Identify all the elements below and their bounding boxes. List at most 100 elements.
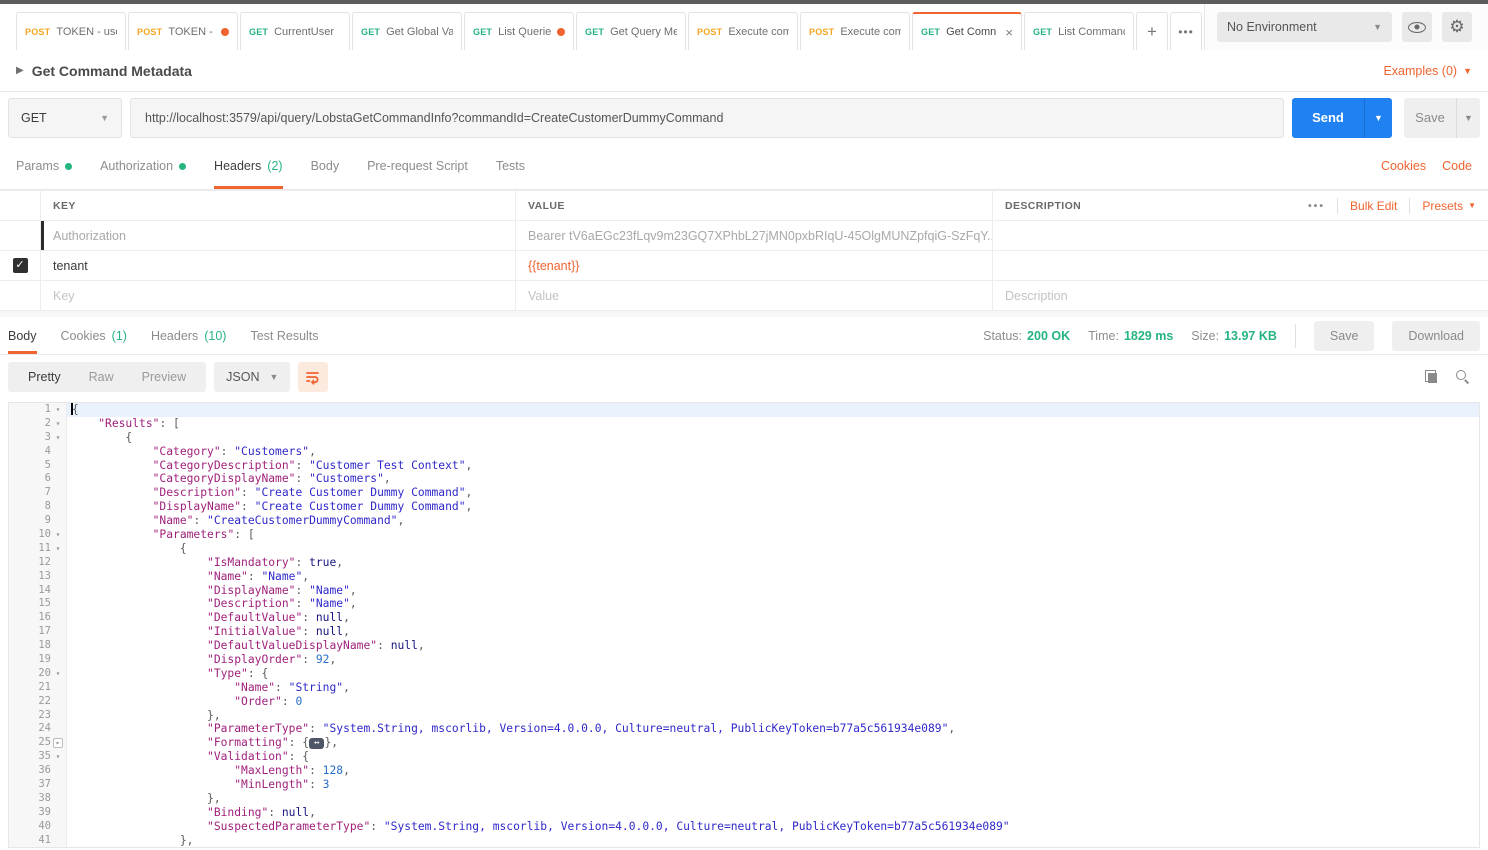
line-gutter: 11▾ [9, 542, 67, 556]
code-line: 23 }, [9, 709, 1479, 723]
header-description-cell[interactable] [992, 221, 1488, 250]
view-mode-preview[interactable]: Preview [128, 370, 200, 384]
response-tab-test-results[interactable]: Test Results [250, 317, 318, 354]
tab-body[interactable]: Body [311, 143, 340, 189]
response-stats: Status: 200 OK Time: 1829 ms Size: 13.97… [983, 317, 1480, 354]
more-tabs-button[interactable]: ••• [1170, 12, 1202, 50]
line-number: 21 [38, 681, 51, 695]
green-dot-icon [179, 163, 186, 170]
code-line: 41 }, [9, 834, 1479, 848]
code-line: 21 "Name": "String", [9, 681, 1479, 695]
send-button[interactable]: Send [1292, 98, 1364, 138]
save-options-button[interactable]: ▼ [1456, 98, 1480, 138]
line-number: 1 [45, 403, 51, 417]
new-tab-button[interactable]: + [1136, 12, 1168, 50]
gear-icon: ⚙ [1449, 17, 1464, 37]
environment-quick-look-button[interactable] [1402, 12, 1432, 42]
settings-button[interactable]: ⚙ [1442, 12, 1472, 42]
header-key-cell[interactable]: tenant [40, 251, 515, 280]
response-tab-cookies[interactable]: Cookies (1) [61, 317, 127, 354]
view-mode-pretty[interactable]: Pretty [14, 370, 75, 384]
disclosure-triangle-icon[interactable]: ▶ [16, 65, 24, 76]
code-text: }, [67, 834, 1479, 848]
method-selector[interactable]: GET ▼ [8, 98, 122, 138]
header-row-authorization: Authorization Bearer tV6aEGc23fLqv9m23GQ… [0, 221, 1488, 251]
fold-toggle-icon[interactable]: ▾ [53, 403, 63, 417]
request-tab[interactable]: POSTTOKEN - s [128, 12, 238, 50]
request-tab[interactable]: POSTExecute com [688, 12, 798, 50]
fold-toggle-icon[interactable]: ▾ [53, 431, 63, 445]
line-number: 19 [38, 653, 51, 667]
line-gutter: 8 [9, 500, 67, 514]
line-number: 6 [45, 472, 51, 486]
fold-toggle-icon[interactable]: ▾ [53, 542, 63, 556]
more-options-button[interactable]: ••• [1308, 200, 1325, 212]
line-gutter: 25▸ [9, 736, 67, 750]
tab-method-badge: GET [921, 27, 940, 37]
collapsed-fold-widget[interactable]: ↔ [309, 738, 324, 749]
examples-dropdown[interactable]: Examples (0) ▼ [1383, 64, 1472, 78]
copy-icon[interactable] [1425, 370, 1438, 384]
tab-pre-request-script[interactable]: Pre-request Script [367, 143, 468, 189]
response-format-selector[interactable]: JSON ▼ [214, 362, 290, 392]
response-tab-body[interactable]: Body [8, 317, 37, 354]
save-response-button[interactable]: Save [1314, 321, 1375, 351]
fold-toggle-icon[interactable]: ▾ [53, 528, 63, 542]
save-request-button[interactable]: Save [1404, 98, 1456, 138]
tab-headers[interactable]: Headers (2) [214, 143, 283, 189]
new-description-input[interactable]: Description [992, 281, 1488, 310]
code-text: "IsMandatory": true, [67, 556, 1479, 570]
code-link[interactable]: Code [1442, 159, 1472, 173]
new-key-input[interactable]: Key [40, 281, 515, 310]
request-tab[interactable]: GETCurrentUser [240, 12, 350, 50]
line-number: 3 [45, 431, 51, 445]
cookies-link[interactable]: Cookies [1381, 159, 1426, 173]
line-gutter: 6 [9, 472, 67, 486]
line-gutter: 7 [9, 486, 67, 500]
tab-authorization[interactable]: Authorization [100, 143, 186, 189]
search-icon[interactable] [1456, 370, 1470, 384]
tab-method-badge: GET [249, 27, 268, 37]
url-input[interactable]: http://localhost:3579/api/query/LobstaGe… [130, 98, 1284, 138]
presets-dropdown[interactable]: Presets ▼ [1422, 199, 1476, 213]
code-line: 39 "Binding": null, [9, 806, 1479, 820]
request-title: Get Command Metadata [32, 63, 192, 79]
format-label: JSON [226, 370, 259, 384]
code-line: 13 "Name": "Name", [9, 570, 1479, 584]
examples-label: Examples (0) [1383, 64, 1457, 78]
fold-toggle-icon[interactable]: ▾ [53, 750, 63, 764]
chevron-down-icon: ▼ [269, 372, 278, 382]
environment-selector[interactable]: No Environment ▼ [1217, 12, 1392, 42]
response-tab-headers[interactable]: Headers (10) [151, 317, 226, 354]
code-line: 18 "DefaultValueDisplayName": null, [9, 639, 1479, 653]
request-tab[interactable]: POSTExecute com [800, 12, 910, 50]
send-options-button[interactable]: ▼ [1364, 98, 1392, 138]
fold-toggle-icon[interactable]: ▾ [53, 667, 63, 681]
request-tab[interactable]: GETGet Global Var [352, 12, 462, 50]
new-value-input[interactable]: Value [515, 281, 992, 310]
tab-method-badge: GET [585, 27, 604, 37]
fold-toggle-icon[interactable]: ▾ [53, 417, 63, 431]
header-value-cell[interactable]: {{tenant}} [515, 251, 992, 280]
request-tab[interactable]: GETList Querie [464, 12, 574, 50]
fold-toggle-icon[interactable]: ▸ [53, 738, 63, 748]
request-tab[interactable]: GETList Commanc [1024, 12, 1134, 50]
code-text: "CategoryDescription": "Customer Test Co… [67, 459, 1479, 473]
tab-params[interactable]: Params [16, 143, 72, 189]
tab-tests[interactable]: Tests [496, 143, 525, 189]
header-key-cell[interactable]: Authorization [40, 221, 515, 250]
code-text: { [67, 431, 1479, 445]
request-tab[interactable]: GETGet Query Me [576, 12, 686, 50]
download-response-button[interactable]: Download [1392, 321, 1480, 351]
line-gutter: 12 [9, 556, 67, 570]
header-description-cell[interactable] [992, 251, 1488, 280]
row-enabled-checkbox[interactable]: ✓ [13, 258, 28, 273]
close-icon[interactable]: × [1005, 25, 1013, 40]
header-value-cell[interactable]: Bearer tV6aEGc23fLqv9m23GQ7XPhbL27jMN0px… [515, 221, 992, 250]
wrap-lines-button[interactable] [298, 362, 328, 392]
bulk-edit-link[interactable]: Bulk Edit [1350, 199, 1397, 213]
request-tab[interactable]: POSTTOKEN - user [16, 12, 126, 50]
line-number: 35 [38, 750, 51, 764]
request-tab[interactable]: GETGet Comn× [912, 12, 1022, 50]
view-mode-raw[interactable]: Raw [75, 370, 128, 384]
